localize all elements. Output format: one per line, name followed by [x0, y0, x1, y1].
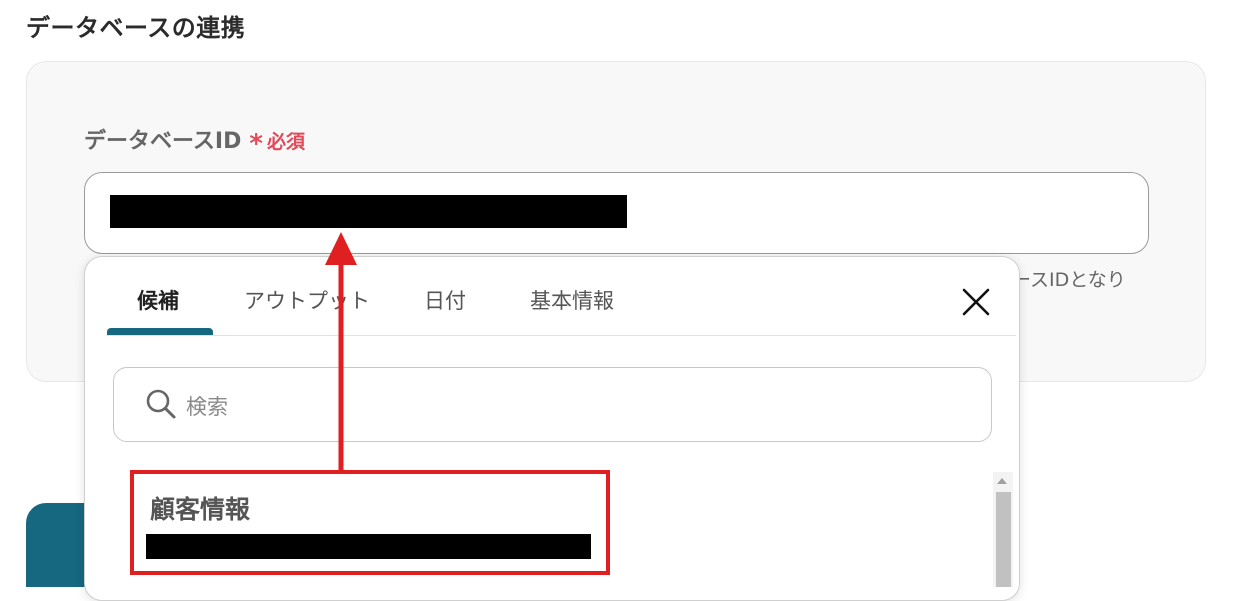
scrollbar-thumb[interactable]: [996, 492, 1011, 587]
candidate-title: 顧客情報: [150, 495, 251, 524]
field-label-text: データベースID: [84, 129, 242, 154]
search-placeholder: 検索: [186, 395, 228, 419]
redacted-input-value: [110, 195, 627, 228]
field-help-text: ースIDとなり: [1012, 269, 1126, 291]
tab-date[interactable]: 日付: [424, 285, 466, 315]
close-icon: [962, 288, 990, 316]
redacted-candidate-value: [146, 534, 591, 559]
required-badge: 必須: [266, 131, 305, 153]
tab-output[interactable]: アウトプット: [244, 285, 370, 315]
close-button[interactable]: [958, 284, 994, 320]
search-icon: [145, 388, 177, 420]
search-input[interactable]: [113, 367, 992, 442]
database-id-label: データベースID * 必須: [84, 123, 305, 159]
scroll-up-arrow-icon[interactable]: [997, 478, 1007, 484]
section-title: データベースの連携: [26, 14, 246, 42]
tab-candidates[interactable]: 候補: [137, 285, 179, 315]
required-asterisk: *: [249, 129, 263, 159]
tab-divider: [106, 335, 1016, 336]
active-tab-indicator: [107, 328, 213, 335]
tab-basic-info[interactable]: 基本情報: [530, 285, 614, 315]
